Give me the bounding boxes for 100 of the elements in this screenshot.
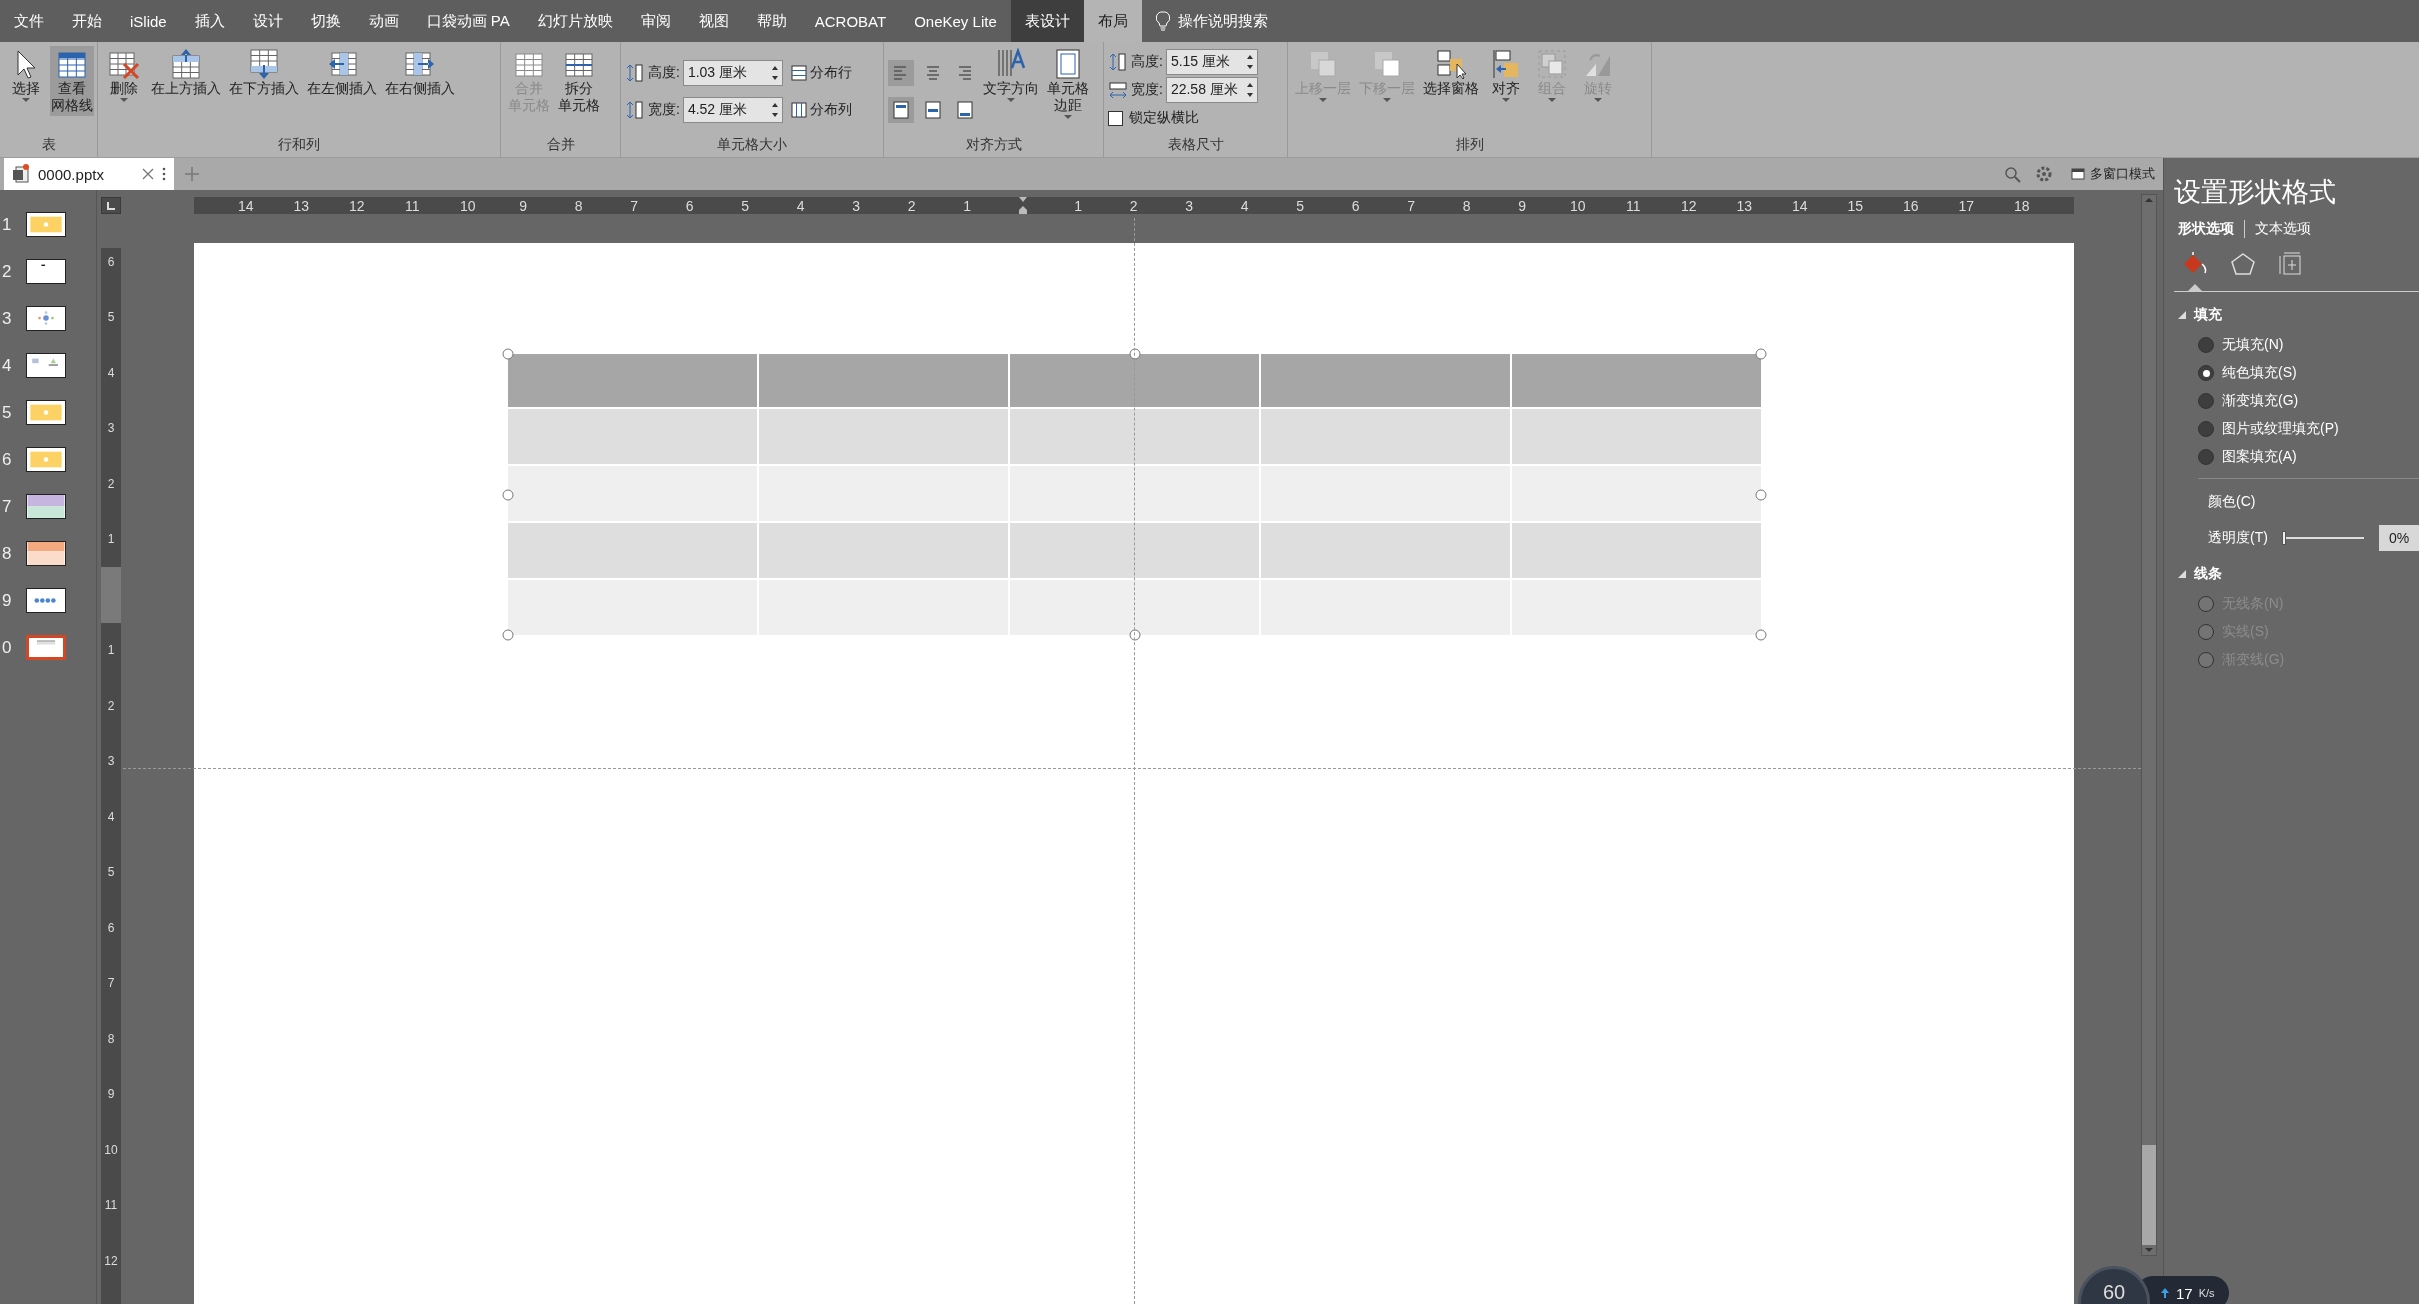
speed-value: 17: [2176, 1284, 2193, 1302]
slide-thumbnail[interactable]: [26, 494, 66, 519]
ruler-number: 9: [1517, 197, 1528, 214]
slide-thumbnail[interactable]: [26, 400, 66, 425]
paint-bucket-icon: [2182, 252, 2208, 276]
field-label: 宽度:: [1131, 81, 1163, 99]
menu-tab[interactable]: ACROBAT: [800, 0, 901, 42]
align-button[interactable]: [888, 96, 914, 123]
ribbon-button[interactable]: 在右侧插入: [382, 46, 458, 99]
tell-me-search[interactable]: 操作说明搜索: [1141, 0, 1282, 42]
plus-icon: [184, 166, 200, 182]
ribbon-button[interactable]: 对齐: [1484, 46, 1528, 105]
selection-handle[interactable]: [1129, 348, 1140, 360]
slide-thumbnail[interactable]: [26, 353, 66, 378]
spin-field[interactable]: 5.15 厘米: [1165, 49, 1258, 75]
spin-field[interactable]: 1.03 厘米: [682, 59, 783, 86]
caret-icon: [1064, 114, 1072, 120]
selection-handle[interactable]: [1755, 489, 1767, 500]
align-top-icon: [892, 100, 910, 119]
slide-thumbnail[interactable]: [26, 447, 66, 472]
ribbon-button[interactable]: 在左侧插入: [304, 46, 380, 99]
ribbon-button[interactable]: 拆分 单元格: [555, 46, 603, 116]
slider-thumb[interactable]: [2281, 531, 2286, 545]
multi-window-button[interactable]: 多窗口模式: [2063, 165, 2163, 183]
field-label: 高度:: [648, 63, 680, 82]
tab-stop-button[interactable]: [101, 197, 121, 214]
spin-field[interactable]: 4.52 厘米: [682, 96, 783, 123]
slide-thumbnail[interactable]: [26, 635, 66, 660]
ribbon-small-button[interactable]: 分布列: [788, 100, 854, 119]
menu-tab[interactable]: 审阅: [626, 0, 685, 42]
menu-tab[interactable]: 插入: [180, 0, 239, 42]
ribbon-button[interactable]: 删除: [102, 46, 146, 105]
selection-handle[interactable]: [502, 489, 514, 500]
radio-button[interactable]: [2198, 337, 2214, 353]
menu-tab[interactable]: 开始: [58, 0, 116, 42]
selection-handle[interactable]: [1129, 629, 1140, 641]
menu-tab[interactable]: 帮助: [742, 0, 801, 42]
ruler-number: 5: [106, 309, 116, 327]
ruler-number: 12: [347, 197, 366, 214]
section-header[interactable]: 填充: [2174, 306, 2419, 324]
align-button[interactable]: [888, 59, 914, 86]
radio-button[interactable]: [2198, 393, 2214, 409]
menu-tab[interactable]: 视图: [684, 0, 743, 42]
slide-thumbnail[interactable]: [26, 212, 66, 237]
vertical-scrollbar[interactable]: [2141, 194, 2157, 1256]
radio-button[interactable]: [2198, 449, 2214, 465]
ribbon-button[interactable]: 单元格 边距: [1044, 46, 1092, 122]
menu-tab[interactable]: 表设计: [1010, 0, 1084, 42]
radio-button[interactable]: [2198, 421, 2214, 437]
menu-tab[interactable]: 幻灯片放映: [523, 0, 627, 42]
expanded-triangle-icon: [2178, 570, 2186, 578]
selection-handle[interactable]: [1755, 629, 1767, 641]
ruler-number: 13: [292, 197, 311, 214]
caret-icon: [1319, 97, 1327, 103]
ribbon-button[interactable]: 在下方插入: [226, 46, 302, 99]
expanded-triangle-icon: [2178, 311, 2186, 319]
menu-tab[interactable]: iSlide: [116, 0, 181, 42]
selection-handle[interactable]: [502, 629, 514, 641]
document-tab[interactable]: 0000.pptx: [4, 158, 174, 190]
menu-tab[interactable]: 文件: [0, 0, 58, 42]
spin-field[interactable]: 22.58 厘米: [1165, 77, 1258, 103]
column-width-icon: [1108, 80, 1128, 100]
slide-thumbnail[interactable]: [26, 306, 66, 331]
ribbon-button[interactable]: 在上方插入: [148, 46, 224, 99]
ribbon-small-button[interactable]: 分布行: [788, 63, 854, 82]
ribbon-button[interactable]: 文字方向: [980, 46, 1042, 105]
selection-handle[interactable]: [1755, 348, 1767, 360]
menu-tab[interactable]: 设计: [238, 0, 297, 42]
menu-tab[interactable]: 动画: [354, 0, 413, 42]
ruler-number: 5: [740, 197, 751, 214]
menu-tab[interactable]: 布局: [1083, 0, 1142, 42]
ruler-number: 8: [573, 197, 584, 214]
section-header[interactable]: 线条: [2174, 565, 2419, 583]
menu-tab[interactable]: 口袋动画 PA: [412, 0, 524, 42]
menu-tab[interactable]: OneKey Lite: [900, 0, 1011, 42]
value-field[interactable]: 0%: [2379, 525, 2419, 551]
ruler-number: 10: [1568, 197, 1587, 214]
slide-thumbnail[interactable]: [26, 588, 66, 613]
selection-handle[interactable]: [502, 348, 514, 360]
ruler-number: 4: [1239, 197, 1250, 214]
row-height-icon: [1108, 52, 1128, 72]
menu-tab[interactable]: 切换: [296, 0, 355, 42]
radio-label: 无填充(N): [2222, 336, 2284, 354]
align-middle-icon: [924, 100, 942, 119]
field-label: 宽度:: [648, 100, 680, 119]
group-label: 表格尺寸: [1166, 135, 1225, 154]
panel-tab[interactable]: 文本选项: [2251, 220, 2315, 238]
ribbon-button[interactable]: 选择窗格: [1420, 46, 1482, 99]
ruler-number: 4: [106, 364, 116, 382]
ruler-number: 4: [106, 808, 116, 826]
slide-thumbnail[interactable]: [26, 541, 66, 566]
ruler-number: 3: [106, 420, 116, 438]
checkbox[interactable]: [1108, 110, 1123, 126]
slide-thumbnail[interactable]: [26, 259, 66, 284]
slide-number: 5: [2, 402, 13, 423]
ribbon-button[interactable]: 查看 网格线: [50, 46, 94, 116]
radio-button[interactable]: [2198, 365, 2214, 381]
ribbon-button[interactable]: 选择: [4, 46, 48, 105]
panel-tab[interactable]: 形状选项: [2174, 220, 2238, 238]
scrollbar-thumb[interactable]: [2142, 1145, 2156, 1245]
